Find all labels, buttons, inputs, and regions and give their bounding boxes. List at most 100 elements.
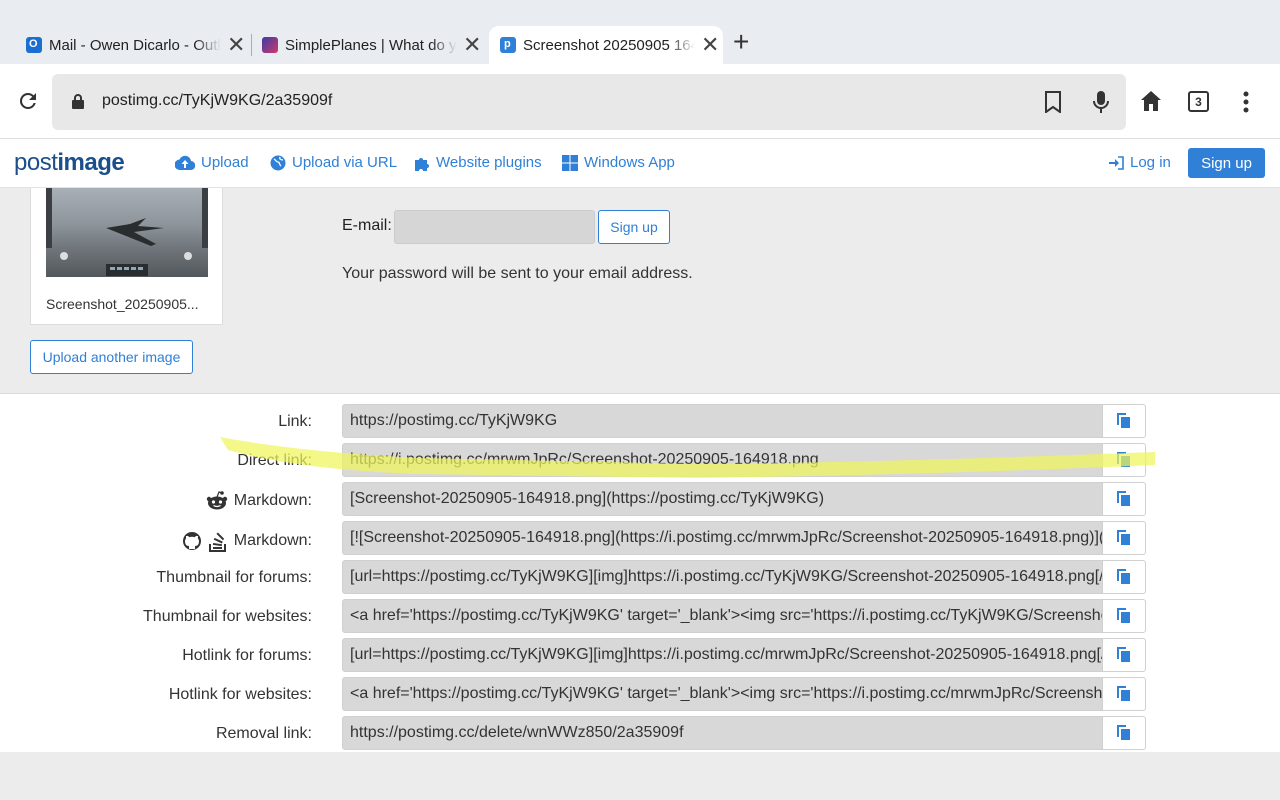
bookmark-icon[interactable] [1044,91,1062,113]
home-icon[interactable] [1140,90,1162,112]
stackoverflow-icon [208,532,226,552]
nav-windows-label: Windows App [584,154,675,171]
copy-icon [1117,608,1130,623]
link-row: Hotlink for websites: <a href='https://p… [0,677,1280,713]
nav-upload-url[interactable]: Upload via URL [270,154,397,171]
address-bar[interactable]: postimg.cc/TyKjW9KG/2a35909f [52,74,1126,130]
link-row: Markdown: [Screenshot-20250905-164918.pn… [0,482,1280,518]
link-label: Removal link: [216,725,312,743]
outlook-icon: O [26,37,42,53]
nav-plugins-label: Website plugins [436,154,542,171]
copy-button[interactable] [1102,716,1146,750]
microphone-icon[interactable] [1092,90,1110,114]
link-label: Thumbnail for websites: [143,608,312,626]
url-text: postimg.cc/TyKjW9KG/2a35909f [102,92,333,109]
tab-simpleplanes[interactable]: SimplePlanes | What do you ✕ [262,26,481,64]
browser-toolbar: postimg.cc/TyKjW9KG/2a35909f 3 [0,64,1280,139]
airplane-screenshot-image [46,188,208,276]
link-label-text: Markdown: [233,532,312,549]
link-field[interactable]: [url=https://postimg.cc/TyKjW9KG][img]ht… [342,560,1103,594]
email-signup-button[interactable]: Sign up [598,210,670,244]
windows-icon [562,154,578,171]
link-field[interactable]: [![Screenshot-20250905-164918.png](https… [342,521,1103,555]
link-row: Thumbnail for forums: [url=https://posti… [0,560,1280,596]
email-field[interactable] [394,210,595,244]
copy-button[interactable] [1102,599,1146,633]
lock-icon [72,94,84,109]
thumbnail-caption: Screenshot_20250905... [46,296,199,312]
link-field[interactable]: <a href='https://postimg.cc/TyKjW9KG' ta… [342,677,1103,711]
copy-button[interactable] [1102,482,1146,516]
copy-icon [1117,725,1130,740]
copy-button[interactable] [1102,677,1146,711]
tab-separator [251,34,252,56]
site-navbar: postimage Upload Upload via URL Website … [0,139,1280,188]
nav-upload[interactable]: Upload [175,154,249,171]
tab-title: SimplePlanes | What do you [285,36,457,54]
link-label-text: Hotlink for websites: [168,686,312,703]
link-label: Hotlink for forums: [182,647,312,665]
tab-title: Mail - Owen Dicarlo - Outlook [49,36,221,54]
link-field[interactable]: https://postimg.cc/delete/wnWWz850/2a359… [342,716,1103,750]
tab-postimage[interactable]: p Screenshot 20250905 164918 ✕ [489,26,723,64]
postimage-logo[interactable]: postimage [14,149,125,177]
link-field[interactable]: https://i.postimg.cc/mrwmJpRc/Screenshot… [342,443,1103,477]
copy-icon [1117,569,1130,584]
thumbnail-image[interactable] [46,188,208,277]
nav-windows-app[interactable]: Windows App [562,154,675,171]
link-row: Thumbnail for websites: <a href='https:/… [0,599,1280,635]
link-label-text: Markdown: [233,492,312,509]
link-label-text: Hotlink for forums: [182,647,312,664]
nav-login-label: Log in [1130,154,1171,171]
link-label-text: Removal link: [215,725,312,742]
new-tab-button[interactable]: + [733,28,749,56]
copy-icon [1117,413,1130,428]
close-icon[interactable]: ✕ [701,34,719,56]
page-bottom-area [0,752,1280,800]
link-label-text: Link: [278,413,312,430]
more-menu-icon[interactable] [1243,91,1249,113]
postimage-icon: p [500,37,516,53]
copy-button[interactable] [1102,404,1146,438]
reload-icon[interactable] [16,89,40,113]
copy-icon [1117,491,1130,506]
link-label-text: Thumbnail for forums: [156,569,312,586]
nav-login[interactable]: Log in [1109,154,1171,171]
github-icon [182,532,201,550]
upload-another-button[interactable]: Upload another image [30,340,193,374]
link-row: Direct link: https://i.postimg.cc/mrwmJp… [0,443,1280,479]
copy-button[interactable] [1102,560,1146,594]
link-label: Thumbnail for forums: [156,569,312,587]
copy-button[interactable] [1102,443,1146,477]
upload-summary: Screenshot_20250905... Upload another im… [0,188,1280,394]
link-label-text: Thumbnail for websites: [143,608,312,625]
copy-icon [1117,686,1130,701]
tab-switcher-button[interactable]: 3 [1188,91,1209,112]
email-label: E-mail: [342,217,392,234]
copy-icon [1117,530,1130,545]
reddit-icon [206,491,227,510]
thumbnail-card[interactable]: Screenshot_20250905... [30,188,223,325]
close-icon[interactable]: ✕ [227,34,245,56]
copy-button[interactable] [1102,521,1146,555]
link-row: Hotlink for forums: [url=https://postimg… [0,638,1280,674]
cloud-upload-icon [175,155,195,170]
link-label: Markdown: [206,491,312,511]
nav-upload-label: Upload [201,154,249,171]
link-label: Link: [278,413,312,431]
copy-button[interactable] [1102,638,1146,672]
login-icon [1109,155,1124,170]
link-field[interactable]: <a href='https://postimg.cc/TyKjW9KG' ta… [342,599,1103,633]
close-icon[interactable]: ✕ [463,34,481,56]
link-field[interactable]: [url=https://postimg.cc/TyKjW9KG][img]ht… [342,638,1103,672]
link-row: Markdown: [![Screenshot-20250905-164918.… [0,521,1280,557]
tab-outlook[interactable]: O Mail - Owen Dicarlo - Outlook ✕ [26,26,245,64]
tab-count: 3 [1195,94,1202,109]
link-field[interactable]: https://postimg.cc/TyKjW9KG [342,404,1103,438]
simpleplanes-icon [262,37,278,53]
nav-plugins[interactable]: Website plugins [414,154,542,171]
puzzle-icon [415,157,429,171]
logo-part1: post [14,149,58,176]
link-field[interactable]: [Screenshot-20250905-164918.png](https:/… [342,482,1103,516]
signup-button[interactable]: Sign up [1188,148,1265,178]
